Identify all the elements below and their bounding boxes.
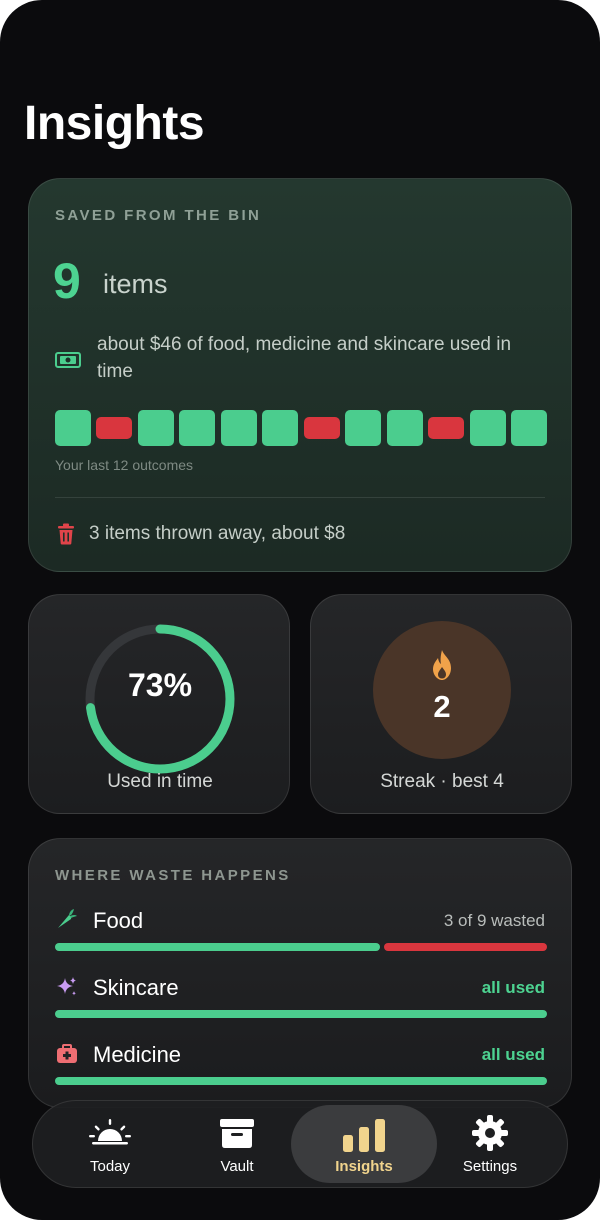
outcome-saved — [262, 410, 299, 446]
streak-value: 2 — [433, 689, 451, 724]
waste-category-bar — [55, 1010, 547, 1018]
saved-section-label: SAVED FROM THE BIN — [55, 207, 262, 224]
waste-category-name: Food — [93, 908, 144, 933]
waste-section-label: WHERE WASTE HAPPENS — [55, 867, 291, 884]
sunrise-icon — [88, 1117, 132, 1152]
outcome-saved — [137, 410, 174, 446]
gear-icon — [471, 1115, 509, 1157]
tab-insights[interactable]: Insights — [291, 1105, 437, 1183]
saved-money-text: about $46 of food, medicine and skincare… — [97, 334, 512, 382]
saved-count-unit: items — [103, 269, 168, 299]
bar-wasted-segment — [384, 943, 547, 951]
waste-category-bar — [55, 1077, 547, 1085]
waste-category-name: Skincare — [93, 975, 179, 1000]
outcomes-strip — [55, 410, 547, 446]
used-in-time-caption: Used in time — [107, 771, 213, 792]
outcome-saved — [55, 410, 91, 446]
saved-count: 9 — [53, 253, 81, 309]
outcome-saved — [510, 410, 547, 446]
outcome-wasted — [303, 417, 340, 439]
tab-vault[interactable]: Vault — [170, 1101, 304, 1187]
bar-used-segment — [55, 1077, 547, 1085]
outcome-saved — [386, 410, 423, 446]
carrot-icon — [55, 907, 79, 936]
tab-label: Insights — [335, 1158, 393, 1175]
phone-screen: Insights SAVED FROM THE BIN 9 items abou… — [0, 0, 600, 1220]
outcome-saved — [179, 410, 216, 446]
sparkles-icon — [55, 975, 79, 1004]
streak-caption: Streak · best 4 — [380, 771, 504, 792]
streak-card[interactable]: 2 Streak · best 4 — [310, 594, 572, 814]
outcome-saved — [469, 410, 506, 446]
page-title: Insights — [24, 97, 205, 150]
card-divider — [55, 497, 545, 498]
outcome-saved — [220, 410, 257, 446]
outcomes-caption: Your last 12 outcomes — [55, 457, 194, 473]
streak-circle: 2 — [373, 621, 511, 759]
waste-category-bar — [55, 943, 547, 951]
thrown-away-text: 3 items thrown away, about $8 — [89, 523, 346, 544]
waste-breakdown-card[interactable]: WHERE WASTE HAPPENS Food 3 of 9 wasted S… — [28, 838, 572, 1108]
tab-settings[interactable]: Settings — [423, 1101, 557, 1187]
tab-today[interactable]: Today — [43, 1101, 177, 1187]
flame-icon — [428, 649, 456, 686]
tab-label: Today — [89, 1158, 131, 1175]
waste-category-status: 3 of 9 wasted — [443, 911, 545, 930]
tab-bar: Today Vault Insights Settings — [32, 1100, 568, 1188]
first-aid-kit-icon — [55, 1042, 79, 1071]
banknote-icon — [55, 351, 81, 374]
archive-box-icon — [219, 1117, 255, 1154]
bar-chart-icon — [341, 1117, 387, 1158]
used-in-time-percent: 73% — [127, 667, 193, 703]
tab-label: Vault — [220, 1158, 254, 1175]
used-in-time-card[interactable]: 73% Used in time — [28, 594, 290, 814]
waste-category-status: all used — [481, 978, 545, 997]
outcome-wasted — [428, 417, 465, 439]
bar-used-segment — [55, 943, 381, 951]
trash-icon — [56, 523, 76, 550]
saved-summary-card[interactable]: SAVED FROM THE BIN 9 items about $46 of … — [28, 178, 572, 572]
waste-category-name: Medicine — [93, 1042, 182, 1067]
waste-category-status: all used — [481, 1045, 545, 1064]
outcome-wasted — [96, 417, 133, 439]
bar-used-segment — [55, 1010, 547, 1018]
outcome-saved — [345, 410, 382, 446]
tab-label: Settings — [462, 1158, 518, 1175]
